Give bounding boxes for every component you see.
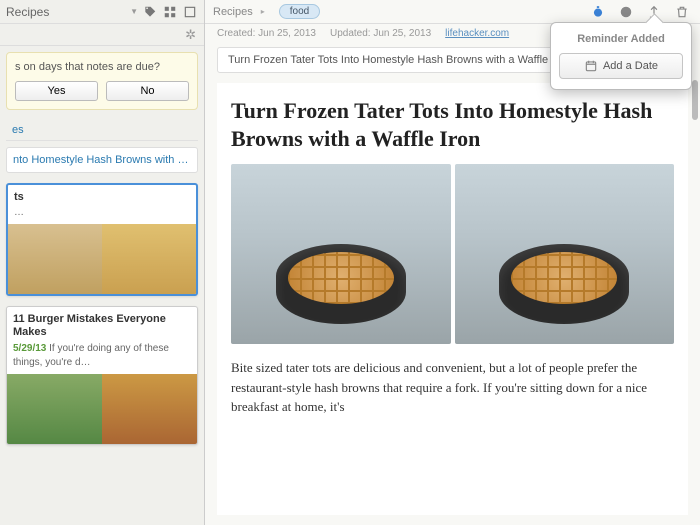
trash-icon[interactable] <box>672 2 692 22</box>
reminder-popover: Reminder Added Add a Date <box>550 22 692 90</box>
note-cards: ts … 11 Burger Mistakes Everyone Makes 5… <box>0 177 204 451</box>
note-toolbar: Recipes ▸ food <box>205 0 700 24</box>
main-panel: Recipes ▸ food Reminder Added Add a Date… <box>205 0 700 525</box>
tag-pill[interactable]: food <box>279 4 320 19</box>
card-snippet: … <box>14 207 24 218</box>
updated-date: Jun 25, 2013 <box>373 28 431 39</box>
note-images <box>231 164 674 344</box>
tag-icon[interactable] <box>142 4 158 20</box>
reminder-icon[interactable] <box>588 2 608 22</box>
prompt-no-button[interactable]: No <box>106 81 189 101</box>
updated-label: Updated: <box>330 28 371 39</box>
reminder-prompt: s on days that notes are due? Yes No <box>6 52 198 110</box>
chevron-right-icon: ▸ <box>261 7 265 16</box>
grid-view-icon[interactable] <box>162 4 178 20</box>
scrollbar-thumb[interactable] <box>692 80 698 120</box>
created-date: Jun 25, 2013 <box>258 28 316 39</box>
created-label: Created: <box>217 28 255 39</box>
sidebar-header: Recipes ▼ <box>0 0 204 24</box>
card-date: 5/29/13 <box>13 343 46 354</box>
card-title: 11 Burger Mistakes Everyone Makes <box>13 313 191 339</box>
note-paragraph: Bite sized tater tots are delicious and … <box>231 358 674 417</box>
card-thumbnail <box>7 374 197 444</box>
add-date-button[interactable]: Add a Date <box>559 53 683 79</box>
prompt-question: s on days that notes are due? <box>15 61 189 73</box>
breadcrumb[interactable]: Recipes <box>213 6 253 18</box>
note-card[interactable]: ts … <box>6 183 198 296</box>
note-body[interactable]: Turn Frozen Tater Tots Into Homestyle Ha… <box>217 83 688 515</box>
sidebar-subheader: ✲ <box>0 24 204 46</box>
source-link[interactable]: lifehacker.com <box>445 28 509 39</box>
note-image <box>231 164 451 344</box>
chevron-down-icon[interactable]: ▼ <box>130 7 138 16</box>
reminder-note-link[interactable]: nto Homestyle Hash Browns with a Waffle … <box>6 147 198 173</box>
calendar-icon <box>584 59 598 73</box>
card-thumbnail <box>8 224 196 294</box>
gear-icon[interactable]: ✲ <box>185 27 196 43</box>
expand-icon[interactable] <box>182 4 198 20</box>
prompt-yes-button[interactable]: Yes <box>15 81 98 101</box>
info-icon[interactable] <box>616 2 636 22</box>
sidebar: Recipes ▼ ✲ s on days that notes are due… <box>0 0 205 525</box>
add-date-label: Add a Date <box>603 60 658 72</box>
note-card[interactable]: 11 Burger Mistakes Everyone Makes 5/29/1… <box>6 306 198 444</box>
reminder-section-link[interactable]: es <box>6 120 198 141</box>
notebook-title[interactable]: Recipes <box>6 5 128 19</box>
note-heading: Turn Frozen Tater Tots Into Homestyle Ha… <box>231 97 674 152</box>
popover-title: Reminder Added <box>551 23 691 53</box>
note-image <box>455 164 675 344</box>
card-title: ts <box>14 191 190 204</box>
